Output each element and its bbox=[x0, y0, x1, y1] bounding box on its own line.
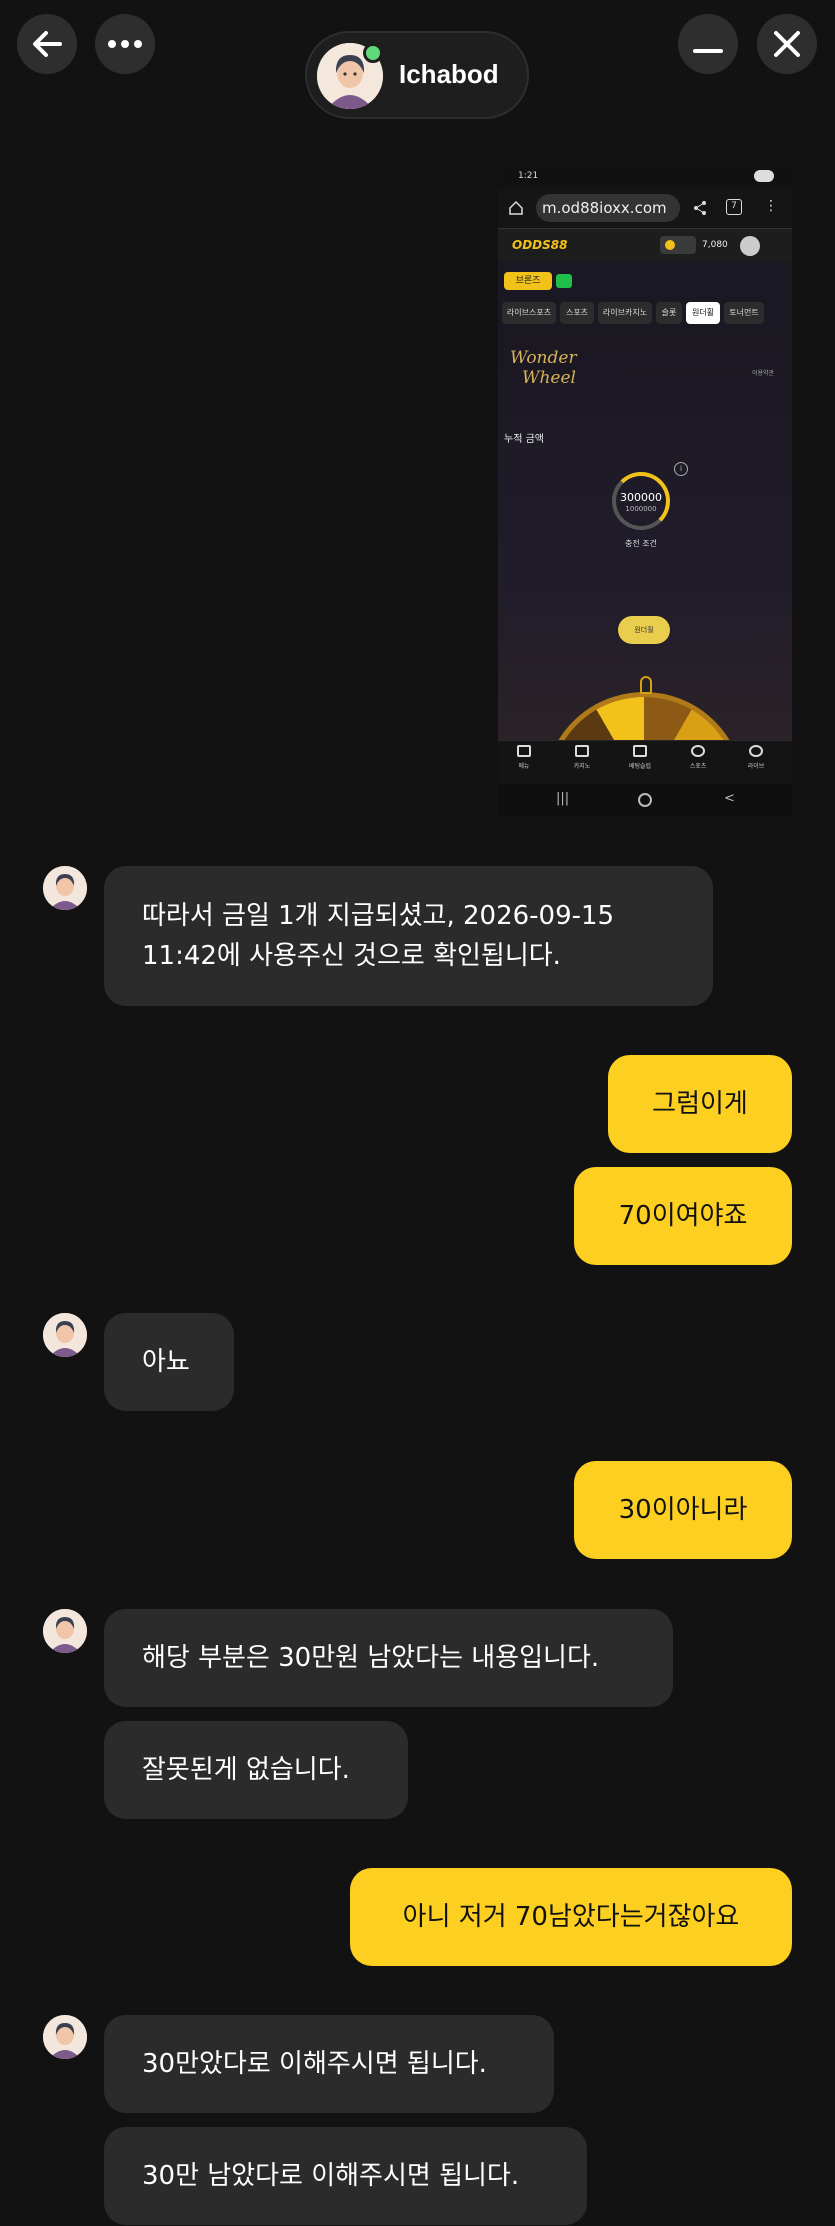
tab-count: 7 bbox=[726, 199, 742, 215]
outgoing-message: 70이여야죠 bbox=[574, 1167, 792, 1265]
attached-screenshot[interactable]: 1:21 m.od88ioxx.com 7 ⋮ ODDS88 7,080 브론즈… bbox=[498, 166, 792, 816]
site-bottom-nav: 메뉴 카지노 베팅슬립 스포츠 라이브 bbox=[498, 740, 792, 784]
url-text: m.od88ioxx.com bbox=[542, 199, 667, 217]
url-field: m.od88ioxx.com bbox=[536, 194, 680, 222]
browser-address-bar: m.od88ioxx.com 7 ⋮ bbox=[498, 188, 792, 228]
close-button[interactable] bbox=[757, 14, 817, 74]
spin-button: 원더휠 bbox=[618, 616, 670, 644]
incoming-message: 잘못된게 없습니다. bbox=[104, 1721, 408, 1819]
info-icon: i bbox=[674, 462, 688, 476]
bottom-nav-item: 라이브 bbox=[736, 745, 776, 770]
ring-value: 300000 bbox=[620, 491, 662, 504]
back-button[interactable] bbox=[17, 14, 77, 74]
incoming-message: 아뇨 bbox=[104, 1313, 234, 1411]
promo-title-line: Wheel bbox=[522, 368, 576, 388]
site-tab: 라이브스포츠 bbox=[502, 302, 556, 324]
message-line: 11:42에 사용주신 것으로 확인됩니다. bbox=[142, 941, 561, 971]
home-circle-icon bbox=[638, 793, 652, 807]
minimize-icon bbox=[693, 49, 723, 53]
bottom-nav-item: 메뉴 bbox=[504, 745, 544, 770]
charge-condition-label: 충전 조건 bbox=[625, 539, 657, 548]
ring-target: 1000000 bbox=[625, 505, 657, 513]
contact-name: Ichabod bbox=[399, 59, 499, 89]
outgoing-message: 30이아니라 bbox=[574, 1461, 792, 1559]
minimize-button[interactable] bbox=[678, 14, 738, 74]
incoming-message: 따라서 금일 1개 지급되셨고, 2026-09-15 11:42에 사용주신 … bbox=[104, 866, 713, 1006]
bottom-nav-item: 베팅슬립 bbox=[620, 745, 660, 770]
site-tab: 토너먼트 bbox=[724, 302, 764, 324]
avatar bbox=[43, 2015, 87, 2059]
system-nav-bar: ||| < bbox=[498, 784, 792, 816]
menu-icon: ⋮ bbox=[764, 198, 778, 214]
tier-badge: 브론즈 bbox=[504, 272, 552, 290]
bottom-nav-item: 스포츠 bbox=[678, 745, 718, 770]
incoming-message: 30만았다로 이해주시면 됩니다. bbox=[104, 2015, 554, 2113]
wonder-wheel-title: Wonder Wheel bbox=[510, 348, 577, 388]
online-status-indicator bbox=[363, 43, 383, 63]
accumulated-label: 누적 금액 bbox=[504, 434, 544, 445]
site-logo: ODDS88 bbox=[512, 238, 568, 252]
more-options-button[interactable] bbox=[95, 14, 155, 74]
balance: 7,080 bbox=[702, 240, 728, 250]
incoming-message: 해당 부분은 30만원 남았다는 내용입니다. bbox=[104, 1609, 673, 1707]
back-chevron-icon: < bbox=[724, 791, 735, 806]
site-tab: 스포츠 bbox=[560, 302, 594, 324]
terms-link: 이용약관 bbox=[752, 370, 775, 377]
home-icon bbox=[509, 200, 523, 215]
more-horizontal-icon bbox=[108, 40, 142, 48]
status-time: 1:21 bbox=[518, 171, 539, 181]
close-icon bbox=[774, 31, 800, 57]
message-line: 따라서 금일 1개 지급되셨고, 2026-09-15 bbox=[142, 901, 615, 931]
outgoing-message: 아니 저거 70남았다는거잖아요 bbox=[350, 1868, 792, 1966]
contact-header[interactable]: Ichabod bbox=[305, 31, 529, 119]
site-tab-active: 원더휠 bbox=[686, 302, 720, 324]
avatar bbox=[43, 1313, 87, 1357]
share-icon bbox=[694, 201, 706, 215]
site-header: ODDS88 7,080 bbox=[498, 228, 792, 262]
avatar bbox=[43, 1609, 87, 1653]
user-icon bbox=[740, 236, 760, 256]
coin-icon bbox=[660, 236, 696, 254]
recents-icon: ||| bbox=[556, 791, 570, 806]
arrow-left-icon bbox=[33, 31, 62, 57]
battery-icon bbox=[754, 170, 774, 182]
outgoing-message: 그럼이게 bbox=[608, 1055, 792, 1153]
incoming-message: 30만 남았다로 이해주시면 됩니다. bbox=[104, 2127, 587, 2225]
promo-title-line: Wonder bbox=[510, 348, 577, 368]
site-tab: 슬롯 bbox=[656, 302, 682, 324]
avatar bbox=[43, 866, 87, 910]
site-tab: 라이브카지노 bbox=[598, 302, 652, 324]
bottom-nav-item: 카지노 bbox=[562, 745, 602, 770]
screenshot-status-bar: 1:21 bbox=[498, 166, 792, 188]
video-icon bbox=[556, 274, 572, 288]
wheel-pointer bbox=[640, 676, 652, 694]
